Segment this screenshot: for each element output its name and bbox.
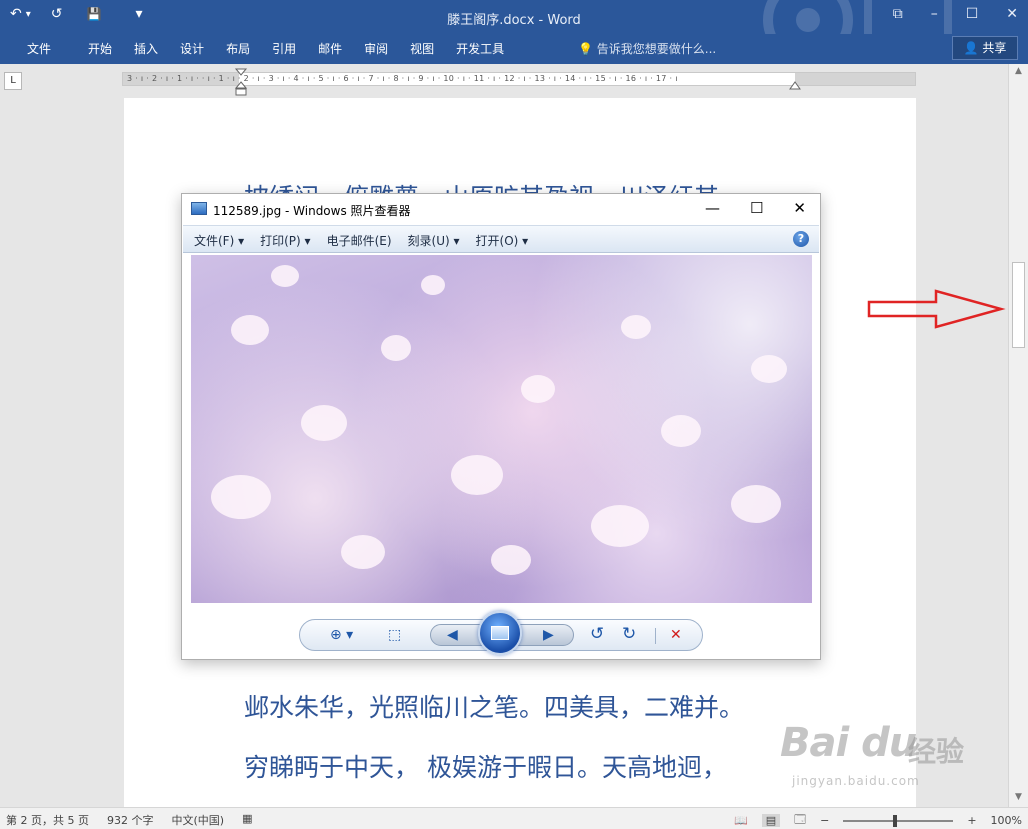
zoom-icon[interactable]: ⊕ ▾ [330, 627, 353, 643]
viewer-menu-email[interactable]: 电子邮件(E) [327, 232, 392, 249]
tab-review[interactable]: 审阅 [353, 39, 399, 59]
title-bar: ↶ ▾ ↺ 💾 ▾ 滕王阁序.docx - Word ⧉ – ☐ ✕ [0, 0, 1028, 34]
previous-icon[interactable]: ◀ [447, 627, 458, 643]
macro-record-icon[interactable]: ▦ [242, 812, 252, 828]
status-bar: 第 2 页，共 5 页 932 个字 中文(中国) ▦ 📖 ▤ 🗔 − + 10… [0, 807, 1028, 829]
ribbon-tab-list: 文件 开始 插入 设计 布局 引用 邮件 审阅 视图 开发工具 [16, 39, 515, 59]
right-indent-icon[interactable] [789, 81, 801, 91]
ribbon-tabs: 文件 开始 插入 设计 布局 引用 邮件 审阅 视图 开发工具 💡 告诉我您想要… [0, 34, 1028, 64]
ruler-right-margin [795, 73, 915, 85]
minimize-icon[interactable]: – [931, 6, 938, 22]
tab-view[interactable]: 视图 [399, 39, 445, 59]
viewer-menu-file[interactable]: 文件(F) ▾ [194, 232, 244, 249]
ruler-bar: L 3 · ı · 2 · ı · 1 · ı · · ı · 1 · ı · … [0, 64, 1028, 98]
tell-me-text: 告诉我您想要做什么... [596, 42, 717, 56]
viewer-close-icon[interactable]: ✕ [793, 199, 806, 217]
viewer-toolbar: ⊕ ▾ ⬚ ◀ ▶ ↺ ↻ ✕ [299, 611, 703, 655]
tab-references[interactable]: 引用 [261, 39, 307, 59]
rotate-counterclockwise-icon[interactable]: ↺ [590, 624, 604, 644]
tab-insert[interactable]: 插入 [123, 39, 169, 59]
delete-icon[interactable]: ✕ [670, 627, 682, 643]
zoom-slider[interactable] [843, 814, 954, 827]
ribbon-display-icon[interactable]: ⧉ [893, 6, 903, 22]
share-label: 共享 [982, 41, 1007, 55]
read-mode-icon[interactable]: 📖 [734, 814, 748, 827]
viewer-title: 112589.jpg - Windows 照片查看器 [213, 204, 411, 218]
document-line: 邺水朱华，光照临川之笔。四美具，二难并。 [244, 693, 745, 722]
photo-viewer-window[interactable]: 112589.jpg - Windows 照片查看器 — ☐ ✕ 文件(F) ▾… [181, 193, 821, 660]
zoom-out-icon[interactable]: − [820, 814, 829, 827]
web-layout-icon[interactable]: 🗔 [794, 811, 806, 829]
maximize-icon[interactable]: ☐ [966, 6, 979, 22]
language-indicator[interactable]: 中文(中国) [171, 812, 224, 828]
next-icon[interactable]: ▶ [543, 627, 554, 643]
vertical-scrollbar[interactable]: ▲ ▼ [1008, 64, 1028, 807]
print-layout-icon[interactable]: ▤ [761, 814, 781, 827]
viewer-window-controls: — ☐ ✕ [705, 199, 806, 217]
scroll-down-icon[interactable]: ▼ [1009, 792, 1028, 802]
zoom-level[interactable]: 100% [991, 814, 1022, 827]
window-controls: ⧉ – ☐ ✕ [893, 6, 1018, 22]
close-icon[interactable]: ✕ [1006, 6, 1018, 22]
tab-design[interactable]: 设计 [169, 39, 215, 59]
viewer-maximize-icon[interactable]: ☐ [750, 199, 763, 217]
viewer-menu-print[interactable]: 打印(P) ▾ [260, 232, 310, 249]
fit-to-window-icon[interactable]: ⬚ [388, 627, 401, 643]
red-annotation-arrow-icon [867, 289, 1006, 329]
watermark-url: jingyan.baidu.com [792, 774, 920, 788]
ruler-marks: 3 · ı · 2 · ı · 1 · ı · · ı · 1 · ı · 2 … [127, 74, 678, 83]
person-icon: 👤 [963, 41, 979, 55]
flower-photo [191, 255, 812, 603]
slideshow-icon[interactable] [478, 611, 522, 655]
viewer-menu-open[interactable]: 打开(O) ▾ [476, 232, 529, 249]
watermark-cn: 经验 [908, 735, 965, 768]
word-count[interactable]: 932 个字 [107, 812, 154, 828]
lightbulb-icon: 💡 [578, 42, 593, 56]
share-button[interactable]: 👤 共享 [952, 36, 1018, 60]
viewer-menu-bar: 文件(F) ▾ 打印(P) ▾ 电子邮件(E) 刻录(U) ▾ 打开(O) ▾ … [183, 225, 819, 253]
photo-viewer-app-icon [191, 202, 207, 215]
toolbar-separator [655, 628, 656, 644]
page-count[interactable]: 第 2 页，共 5 页 [6, 812, 89, 828]
tab-file[interactable]: 文件 [16, 39, 62, 59]
watermark-logo: Bai du [780, 720, 917, 766]
tab-mailings[interactable]: 邮件 [307, 39, 353, 59]
scrollbar-thumb[interactable] [1012, 262, 1025, 348]
document-line: 穷睇眄于中天， 极娱游于暇日。天高地迥， [244, 753, 727, 782]
tab-layout[interactable]: 布局 [215, 39, 261, 59]
indent-marker-icon[interactable] [235, 68, 247, 96]
viewer-title-bar: 112589.jpg - Windows 照片查看器 — ☐ ✕ [182, 194, 820, 224]
zoom-in-icon[interactable]: + [967, 814, 976, 827]
rotate-clockwise-icon[interactable]: ↻ [622, 624, 636, 644]
window-title: 滕王阁序.docx - Word [447, 13, 581, 28]
viewer-minimize-icon[interactable]: — [705, 199, 720, 217]
tab-home[interactable]: 开始 [62, 39, 123, 59]
scroll-up-icon[interactable]: ▲ [1009, 66, 1028, 76]
tab-developer[interactable]: 开发工具 [445, 39, 515, 59]
viewer-menu-burn[interactable]: 刻录(U) ▾ [408, 232, 460, 249]
tell-me-box[interactable]: 💡 告诉我您想要做什么... [578, 39, 716, 59]
tab-selector[interactable]: L [4, 72, 22, 90]
help-icon[interactable]: ? [793, 231, 809, 247]
baidu-watermark: Bai du 经验 jingyan.baidu.com [780, 716, 976, 802]
